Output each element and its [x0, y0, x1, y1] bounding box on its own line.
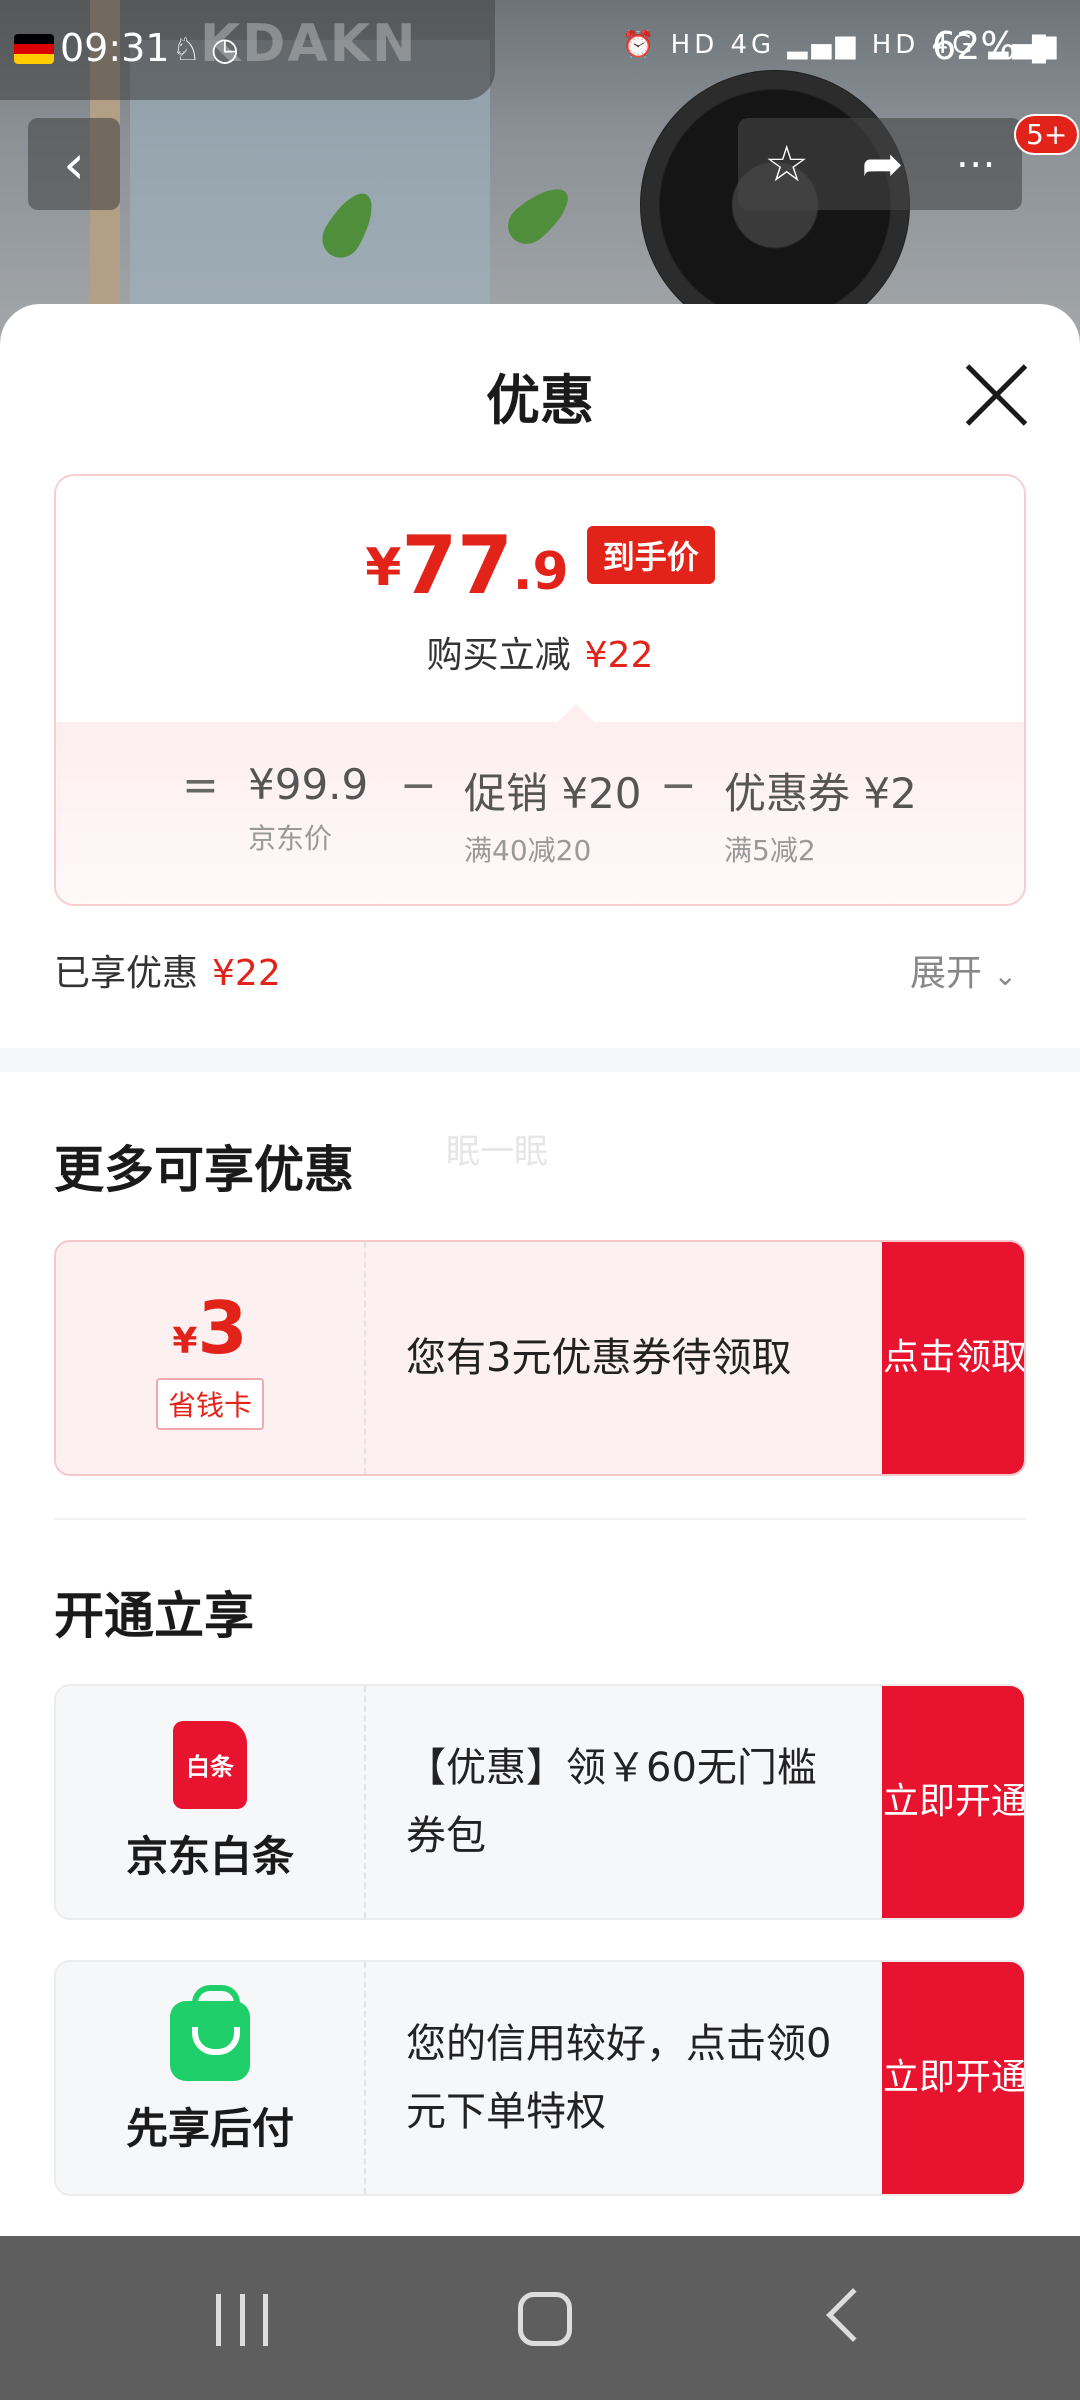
instant-discount: 购买立减 ¥22 — [426, 635, 654, 676]
final-price-card: ¥ 77 .9 到手价 购买立减 ¥22 = ¥99.9 京东价 − 促销 ¥20 — [54, 474, 1026, 906]
more-icon[interactable]: ⋯ — [956, 141, 996, 187]
breakdown-item-jd-price: ¥99.9 京东价 — [248, 760, 369, 855]
coupon-description: 您有3元优惠券待领取 — [406, 1335, 792, 1381]
share-icon[interactable]: ➦ — [861, 135, 903, 193]
minus-sign: − — [660, 760, 697, 811]
status-bar: 09:31 ♘ ◷ ⏰ HD 4G ▂▄▆ HD 4G ▂▄▆ 62% ▮ — [0, 0, 1080, 100]
final-price-tag: 到手价 — [586, 526, 715, 584]
discount-sheet: 优惠 ¥ 77 .9 到手价 购买立减 ¥22 = ¥99.9 京东价 − 促销… — [0, 304, 1080, 2236]
price-summary: ¥ 77 .9 到手价 购买立减 ¥22 — [56, 476, 1024, 724]
favorite-star-icon[interactable]: ☆ — [764, 135, 809, 193]
shopping-bag-icon — [170, 1984, 250, 2081]
coupon-offer-card: ¥3 省钱卡 您有3元优惠券待领取 点击领取 — [54, 1240, 1026, 1476]
enjoyed-discount: 已享优惠 ¥22 — [54, 953, 281, 994]
message-badge: 5+ — [1014, 114, 1080, 155]
chevron-down-icon: ⌄ — [993, 959, 1017, 992]
alarm-icon: ⏰ — [622, 30, 659, 60]
equals-sign: = — [182, 760, 219, 811]
price-breakdown: = ¥99.9 京东价 − 促销 ¥20 满40减20 − 优惠券 ¥2 满5减… — [56, 722, 1024, 904]
baitiao-icon: 白条 — [173, 1720, 247, 1809]
pointer-triangle — [556, 704, 596, 724]
breakdown-item-promotion: 促销 ¥20 满40减20 — [464, 769, 642, 867]
notification-icons: ♘ ◷ — [172, 30, 239, 68]
baitiao-description: 【优惠】领￥60无门槛券包 — [406, 1745, 817, 1859]
coupon-amount-block: ¥3 省钱卡 — [56, 1242, 366, 1474]
divider-line — [54, 1518, 1026, 1520]
more-offers-title: 更多可享优惠 — [54, 1141, 354, 1199]
coupon-type-tag: 省钱卡 — [155, 1378, 264, 1430]
chevron-left-icon: ‹ — [63, 132, 85, 196]
activate-title: 开通立享 — [54, 1587, 254, 1645]
minus-sign: − — [400, 760, 437, 811]
ghost-text: 眠一眠 — [446, 1132, 548, 1172]
status-time: 09:31 — [60, 26, 170, 70]
activate-baitiao-button[interactable]: 立即开通 — [882, 1686, 1024, 1918]
baitiao-offer-card: 白条 京东白条 【优惠】领￥60无门槛券包 立即开通 — [54, 1684, 1026, 1920]
back-button[interactable]: ‹ — [28, 118, 120, 210]
sheet-title: 优惠 — [486, 369, 594, 432]
signal-icon: ▂▄▆ — [787, 30, 860, 60]
flag-icon — [14, 34, 54, 64]
pay-later-brand: 先享后付 — [56, 1962, 366, 2194]
top-action-group: ☆ ➦ ⋯ — [738, 118, 1022, 210]
close-icon[interactable] — [962, 360, 1032, 430]
expand-button[interactable]: 展开 ⌄ — [910, 944, 1017, 996]
baitiao-brand: 白条 京东白条 — [56, 1686, 366, 1918]
activate-pay-later-button[interactable]: 立即开通 — [882, 1962, 1024, 2194]
pay-later-offer-card: 先享后付 您的信用较好，点击领0元下单特权 立即开通 — [54, 1960, 1026, 2196]
final-price: ¥ 77 .9 到手价 — [56, 526, 1024, 606]
recent-apps-icon[interactable] — [216, 2294, 268, 2346]
breakdown-item-coupon: 优惠券 ¥2 满5减2 — [724, 769, 917, 867]
home-icon[interactable] — [518, 2292, 572, 2346]
battery-level: 62% ▮ — [932, 24, 1050, 68]
pay-later-description: 您的信用较好，点击领0元下单特权 — [406, 2021, 832, 2135]
navigation-bar — [0, 2236, 1080, 2400]
claim-coupon-button[interactable]: 点击领取 — [882, 1242, 1024, 1474]
leaf-decoration — [499, 177, 579, 253]
back-nav-icon[interactable] — [826, 2288, 880, 2342]
section-divider — [0, 1048, 1080, 1072]
